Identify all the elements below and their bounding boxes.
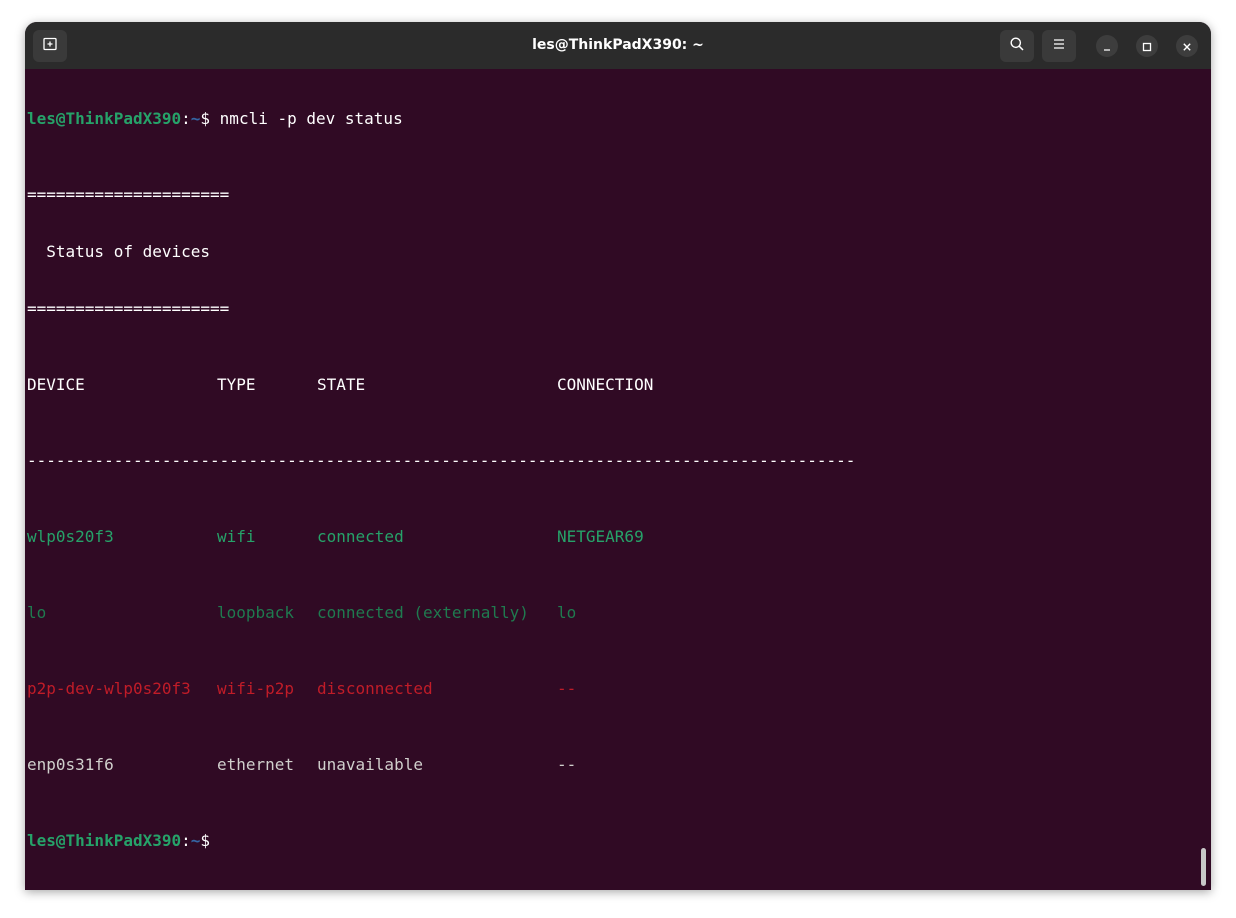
- table-row: wlp0s20f3wificonnectedNETGEAR69: [27, 527, 855, 546]
- prompt-colon: :: [181, 831, 191, 850]
- header-connection: CONNECTION: [557, 375, 653, 394]
- row-device: wlp0s20f3: [27, 527, 217, 546]
- row-device: p2p-dev-wlp0s20f3: [27, 679, 217, 698]
- prompt-user-host: les@ThinkPadX390: [27, 831, 181, 850]
- table-row: loloopbackconnected (externally)lo: [27, 603, 855, 622]
- banner-rule-top: =====================: [27, 185, 855, 204]
- prompt-colon: :: [181, 109, 191, 128]
- row-type: wifi: [217, 527, 317, 546]
- command-line: les@ThinkPadX390:~$ nmcli -p dev status: [27, 109, 855, 128]
- close-button[interactable]: [1176, 35, 1198, 57]
- banner-title: Status of devices: [27, 242, 855, 261]
- row-state: disconnected: [317, 679, 557, 698]
- row-connection: NETGEAR69: [557, 527, 644, 546]
- current-prompt-line[interactable]: les@ThinkPadX390:~$: [27, 831, 855, 850]
- prompt-path: ~: [191, 831, 201, 850]
- command-text: nmcli -p dev status: [220, 109, 403, 128]
- row-connection: --: [557, 679, 576, 698]
- header-device: DEVICE: [27, 375, 217, 394]
- vertical-scrollbar[interactable]: [1201, 848, 1206, 886]
- prompt-user-host: les@ThinkPadX390: [27, 109, 181, 128]
- row-type: loopback: [217, 603, 317, 622]
- row-type: ethernet: [217, 755, 317, 774]
- maximize-button[interactable]: [1136, 35, 1158, 57]
- row-connection: lo: [557, 603, 576, 622]
- prompt-symbol: $: [200, 831, 219, 850]
- hamburger-menu-icon: [1051, 36, 1067, 56]
- table-row: p2p-dev-wlp0s20f3wifi-p2pdisconnected--: [27, 679, 855, 698]
- row-state: connected: [317, 527, 557, 546]
- header-type: TYPE: [217, 375, 317, 394]
- prompt-symbol: $: [200, 109, 219, 128]
- minimize-button[interactable]: [1096, 35, 1118, 57]
- prompt-path: ~: [191, 109, 201, 128]
- table-header: DEVICETYPESTATECONNECTION: [27, 375, 855, 394]
- search-button[interactable]: [1000, 30, 1034, 62]
- minimize-icon: [1102, 37, 1112, 56]
- row-state: unavailable: [317, 755, 557, 774]
- banner-rule-bottom: =====================: [27, 299, 855, 318]
- close-icon: [1182, 37, 1192, 56]
- table-separator: ----------------------------------------…: [27, 451, 855, 470]
- titlebar: les@ThinkPadX390: ~: [25, 22, 1211, 69]
- maximize-icon: [1142, 37, 1152, 56]
- row-type: wifi-p2p: [217, 679, 317, 698]
- search-icon: [1009, 36, 1025, 56]
- terminal-window: les@ThinkPadX390: ~: [25, 22, 1211, 890]
- row-state: connected (externally): [317, 603, 557, 622]
- row-device: lo: [27, 603, 217, 622]
- row-connection: --: [557, 755, 576, 774]
- menu-button[interactable]: [1042, 30, 1076, 62]
- table-row: enp0s31f6ethernetunavailable--: [27, 755, 855, 774]
- row-device: enp0s31f6: [27, 755, 217, 774]
- terminal-output[interactable]: les@ThinkPadX390:~$ nmcli -p dev status …: [25, 69, 1211, 890]
- header-state: STATE: [317, 375, 557, 394]
